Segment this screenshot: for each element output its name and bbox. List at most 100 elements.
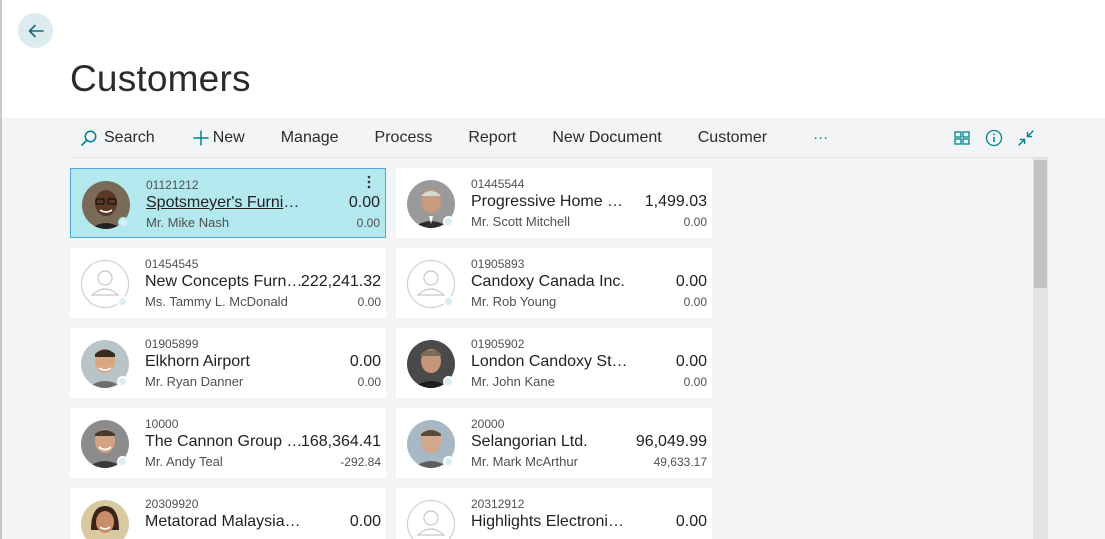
- customer-contact: Mr. Mark McArthur: [471, 454, 578, 469]
- customer-balance-due: -292.84: [340, 455, 381, 469]
- customer-balance: 0.00: [349, 513, 381, 530]
- customer-number: 10000: [145, 417, 179, 431]
- customer-balance-due: 0.00: [683, 215, 707, 229]
- new-document-label: New Document: [552, 128, 662, 146]
- customer-card[interactable]: 10000 The Cannon Group P... 168,364.41 M…: [70, 408, 386, 478]
- customer-number: 01121212: [146, 178, 199, 192]
- customer-number: 01454545: [145, 257, 199, 271]
- report-label: Report: [468, 128, 517, 146]
- plus-icon: [192, 129, 209, 146]
- arrow-left-icon: [28, 24, 44, 37]
- customer-photo: [81, 500, 129, 539]
- action-bar: Search New Manage Process Report New Doc…: [70, 118, 1048, 158]
- customer-name[interactable]: New Concepts Furnit...: [145, 273, 305, 291]
- customer-card[interactable]: 20000 Selangorian Ltd. 96,049.99 Mr. Mar…: [396, 408, 712, 478]
- customer-contact: Mr. Ryan Danner: [145, 374, 244, 389]
- customer-balance-due: 0.00: [356, 216, 380, 230]
- customer-balance: 222,241.32: [300, 273, 381, 290]
- customer-contact: Mr. Rob Young: [471, 294, 557, 309]
- process-menu[interactable]: Process: [375, 118, 433, 158]
- manage-label: Manage: [280, 128, 339, 146]
- collapse-button[interactable]: [1010, 122, 1042, 154]
- more-options-button[interactable]: ···: [813, 118, 828, 158]
- tile-view-button[interactable]: [946, 122, 978, 154]
- customer-name[interactable]: Selangorian Ltd.: [471, 433, 631, 451]
- more-vertical-icon: [367, 175, 371, 189]
- customer-card[interactable]: 01905893 Candoxy Canada Inc. 0.00 Mr. Ro…: [396, 248, 712, 318]
- customer-balance: 96,049.99: [635, 433, 707, 450]
- customer-card[interactable]: 01454545 New Concepts Furnit... 222,241.…: [70, 248, 386, 318]
- customer-menu[interactable]: Customer: [698, 118, 767, 158]
- customer-contact: Mr. Andy Teal: [145, 454, 223, 469]
- customer-balance-due: 0.00: [357, 375, 381, 389]
- customer-number: 01905899: [145, 337, 199, 351]
- customer-name[interactable]: Elkhorn Airport: [145, 353, 305, 371]
- customer-balance-due: 0.00: [683, 295, 707, 309]
- customer-number: 01445544: [471, 177, 525, 191]
- card-menu-button[interactable]: [363, 173, 375, 191]
- presence-indicator: [443, 376, 454, 387]
- customer-number: 01905893: [471, 257, 525, 271]
- customer-contact: Mr. Mike Nash: [146, 215, 230, 230]
- presence-indicator: [117, 456, 128, 467]
- customer-balance: 1,499.03: [644, 193, 707, 210]
- new-document-menu[interactable]: New Document: [552, 118, 661, 158]
- customer-number: 01905902: [471, 337, 525, 351]
- view-options: [946, 118, 1042, 158]
- customer-contact: Mr. John Kane: [471, 374, 555, 389]
- customer-photo-placeholder: [407, 500, 455, 539]
- more-icon: ···: [813, 129, 829, 146]
- info-button[interactable]: [978, 122, 1010, 154]
- vertical-scrollbar[interactable]: [1033, 158, 1048, 539]
- presence-indicator: [443, 216, 454, 227]
- customer-name[interactable]: Candoxy Canada Inc.: [471, 273, 631, 291]
- info-icon: [985, 129, 1003, 147]
- customer-card[interactable]: 20312912 Highlights Electronics Sdn ... …: [396, 488, 712, 539]
- presence-indicator: [117, 296, 128, 307]
- customer-label: Customer: [697, 128, 768, 146]
- customer-balance: 0.00: [348, 194, 380, 211]
- customer-balance-due: 0.00: [683, 375, 707, 389]
- new-button[interactable]: New: [192, 118, 245, 158]
- report-menu[interactable]: Report: [468, 118, 516, 158]
- manage-menu[interactable]: Manage: [281, 118, 339, 158]
- collapse-icon: [1018, 130, 1034, 146]
- customer-balance: 0.00: [675, 273, 707, 290]
- customers-page: Customers Search New Manage Process Repo…: [0, 0, 1105, 539]
- customer-balance: 168,364.41: [300, 433, 381, 450]
- presence-indicator: [443, 456, 454, 467]
- customer-card[interactable]: 01445544 Progressive Home Furn... 1,499.…: [396, 168, 712, 238]
- list-area: Search New Manage Process Report New Doc…: [2, 118, 1105, 539]
- customer-balance-due: 0.00: [357, 295, 381, 309]
- tiles-icon: [954, 131, 970, 145]
- customer-balance: 0.00: [349, 353, 381, 370]
- customer-card[interactable]: 01121212 Spotsmeyer's Furnishings 0.00 M…: [70, 168, 386, 238]
- customer-name[interactable]: The Cannon Group P...: [145, 433, 305, 451]
- customer-number: 20312912: [471, 497, 525, 511]
- customer-contact: Ms. Tammy L. McDonald: [145, 294, 288, 309]
- customer-card[interactable]: 01905899 Elkhorn Airport 0.00 Mr. Ryan D…: [70, 328, 386, 398]
- person-icon: [416, 510, 446, 536]
- search-button[interactable]: Search: [80, 118, 155, 158]
- presence-indicator: [443, 296, 454, 307]
- customer-name[interactable]: Metatorad Malaysia Sdn Bhd: [145, 513, 305, 531]
- back-button[interactable]: [18, 13, 53, 48]
- presence-indicator: [117, 376, 128, 387]
- customer-number: 20000: [471, 417, 505, 431]
- customer-name[interactable]: Progressive Home Furn...: [471, 193, 631, 211]
- customer-balance: 0.00: [675, 353, 707, 370]
- page-title: Customers: [70, 58, 251, 99]
- customer-card[interactable]: 01905902 London Candoxy Storage C... 0.0…: [396, 328, 712, 398]
- new-label: New: [212, 128, 245, 146]
- scrollbar-thumb[interactable]: [1034, 160, 1047, 288]
- search-label: Search: [104, 128, 155, 146]
- customer-contact: Mr. Scott Mitchell: [471, 214, 570, 229]
- process-label: Process: [374, 128, 433, 146]
- customer-number: 20309920: [145, 497, 199, 511]
- customer-name[interactable]: London Candoxy Storage C...: [471, 353, 631, 371]
- presence-indicator: [118, 217, 129, 228]
- customer-name[interactable]: Spotsmeyer's Furnishings: [146, 194, 306, 212]
- customer-name[interactable]: Highlights Electronics Sdn ...: [471, 513, 631, 531]
- search-icon: [80, 129, 98, 147]
- customer-card[interactable]: 20309920 Metatorad Malaysia Sdn Bhd 0.00: [70, 488, 386, 539]
